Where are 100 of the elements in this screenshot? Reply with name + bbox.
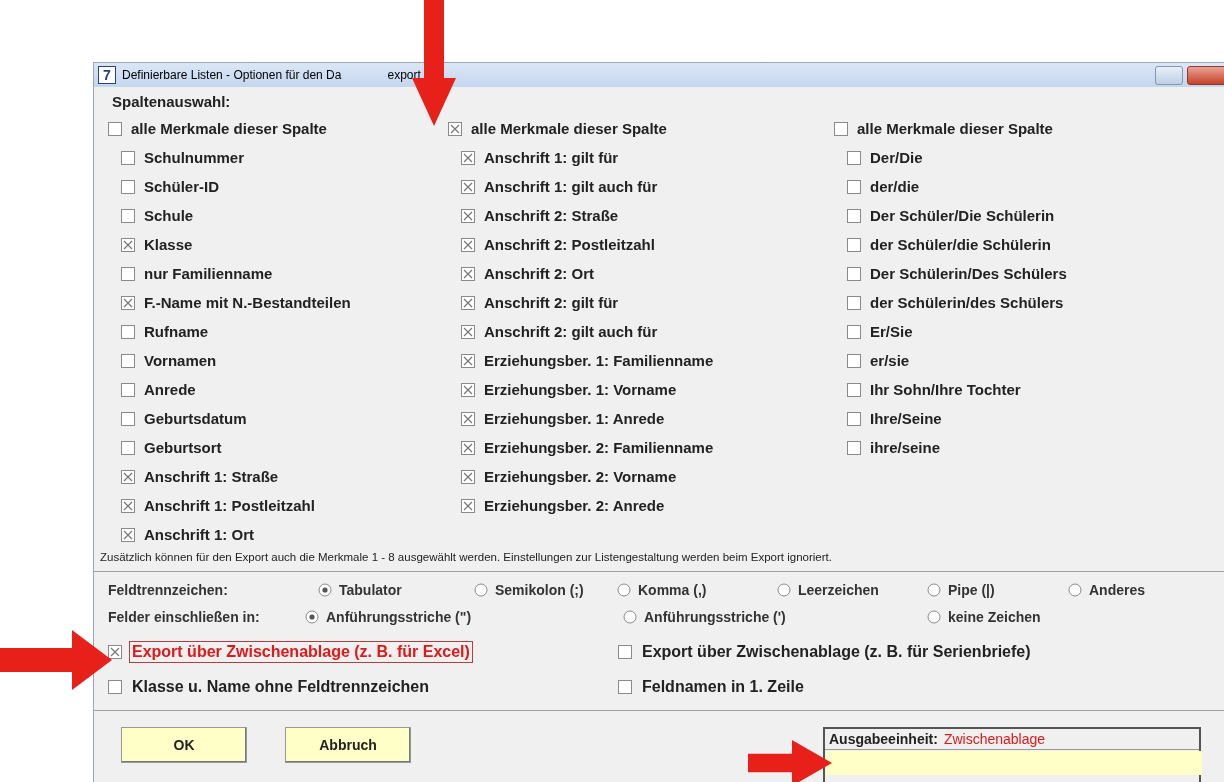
checkbox[interactable]	[121, 237, 135, 252]
checkbox[interactable]	[461, 498, 475, 513]
checkbox-label: ihre/seine	[870, 439, 941, 456]
checkbox[interactable]	[847, 266, 861, 281]
checkbox[interactable]	[834, 121, 848, 136]
checkbox-label: Schulnummer	[144, 149, 245, 166]
input-field[interactable]	[826, 751, 1202, 775]
checkbox[interactable]	[121, 411, 135, 426]
checkbox-label: alle Merkmale dieser Spalte	[131, 120, 327, 137]
checkbox[interactable]	[461, 179, 475, 194]
output-label: Ausgabeeinheit:	[829, 731, 938, 747]
checkbox[interactable]	[121, 527, 135, 542]
radio-button[interactable]	[1068, 582, 1082, 597]
checkbox-label: Anschrift 2: gilt auch für	[484, 323, 658, 340]
checkbox[interactable]	[121, 469, 135, 484]
checkbox[interactable]	[121, 382, 135, 397]
checkbox[interactable]	[461, 324, 475, 339]
checkbox-label: Erziehungsber. 1: Familienname	[484, 352, 714, 369]
checkbox[interactable]	[121, 440, 135, 455]
radio-button[interactable]	[305, 609, 319, 624]
radio-button[interactable]	[617, 582, 631, 597]
checkbox[interactable]	[121, 150, 135, 165]
checkbox[interactable]	[121, 266, 135, 281]
radio-label: Leerzeichen	[798, 581, 879, 598]
checkbox-label: der Schülerin/des Schülers	[870, 294, 1064, 311]
checkbox[interactable]	[847, 353, 861, 368]
checkbox[interactable]	[461, 353, 475, 368]
checkbox[interactable]	[847, 208, 861, 223]
checkbox-label: der Schüler/die Schülerin	[870, 236, 1051, 253]
checkbox[interactable]	[461, 382, 475, 397]
checkbox[interactable]	[108, 121, 122, 136]
checkbox-label: Ihre/Seine	[870, 410, 942, 427]
checkbox[interactable]	[108, 644, 122, 659]
radio-label: Anführungsstriche (")	[326, 608, 472, 625]
checkbox[interactable]	[847, 295, 861, 310]
checkbox-label: Vornamen	[144, 352, 217, 369]
dialog-button[interactable]: OK	[121, 727, 247, 763]
radio-label: Semikolon (;)	[495, 581, 584, 598]
radio-button[interactable]	[777, 582, 791, 597]
checkbox[interactable]	[121, 498, 135, 513]
checkbox[interactable]	[847, 150, 861, 165]
checkbox[interactable]	[847, 237, 861, 252]
checkbox-label: Erziehungsber. 1: Anrede	[484, 410, 665, 427]
checkbox[interactable]	[461, 411, 475, 426]
help-button[interactable]	[1155, 65, 1183, 85]
checkbox-label: Anschrift 2: gilt für	[484, 294, 619, 311]
window-title: export	[387, 68, 421, 82]
radio-button[interactable]	[474, 582, 488, 597]
checkbox-label: Schule	[144, 207, 194, 224]
checkbox-label: Ihr Sohn/Ihre Tochter	[870, 381, 1021, 398]
checkbox-label: Anschrift 1: gilt auch für	[484, 178, 658, 195]
checkbox-label: Geburtsdatum	[144, 410, 247, 427]
checkbox-label: Feldnamen in 1. Zeile	[641, 676, 805, 697]
checkbox[interactable]	[847, 411, 861, 426]
radio-label: Anführungsstriche (')	[644, 608, 786, 625]
checkbox[interactable]	[121, 208, 135, 223]
radio-label: Anderes	[1089, 581, 1146, 598]
checkbox-label: Er/Sie	[870, 323, 913, 340]
app-icon: 7	[98, 66, 116, 84]
close-button[interactable]	[1187, 65, 1224, 85]
checkbox[interactable]	[121, 295, 135, 310]
checkbox[interactable]	[461, 440, 475, 455]
radio-label: Pipe (|)	[948, 581, 995, 598]
checkbox[interactable]	[461, 208, 475, 223]
checkbox[interactable]	[121, 353, 135, 368]
checkbox-label: alle Merkmale dieser Spalte	[471, 120, 667, 137]
checkbox[interactable]	[461, 295, 475, 310]
checkbox-label: alle Merkmale dieser Spalte	[857, 120, 1053, 137]
checkbox-label: Geburtsort	[144, 439, 222, 456]
checkbox-label: Anschrift 1: Postleitzahl	[144, 497, 315, 514]
arrow-icon	[0, 630, 112, 690]
checkbox-label: Klasse	[144, 236, 193, 253]
dialog-button[interactable]: Abbruch	[285, 727, 411, 763]
checkbox[interactable]	[461, 237, 475, 252]
checkbox[interactable]	[108, 679, 122, 694]
radio-label: keine Zeichen	[948, 608, 1041, 625]
radio-button[interactable]	[927, 609, 941, 624]
checkbox[interactable]	[618, 679, 632, 694]
checkbox-label: Erziehungsber. 2: Familienname	[484, 439, 714, 456]
checkbox[interactable]	[461, 469, 475, 484]
checkbox[interactable]	[847, 440, 861, 455]
checkbox[interactable]	[461, 266, 475, 281]
checkbox[interactable]	[847, 179, 861, 194]
radio-button[interactable]	[623, 609, 637, 624]
checkbox-label: Anschrift 2: Ort	[484, 265, 594, 282]
radio-button[interactable]	[318, 582, 332, 597]
group-label: Feldtrennzeichen:	[108, 581, 229, 598]
checkbox[interactable]	[461, 150, 475, 165]
checkbox[interactable]	[847, 382, 861, 397]
checkbox-label: Anschrift 1: gilt für	[484, 149, 619, 166]
checkbox[interactable]	[121, 179, 135, 194]
checkbox-label: Anschrift 1: Straße	[144, 468, 279, 485]
radio-button[interactable]	[927, 582, 941, 597]
info-text: Zusätzlich können für den Export auch die Merkmale 1 - 8 ausgewählt werden. Einstellungen zur Listengestaltung werden beim Export ignoriert.	[100, 551, 833, 565]
checkbox[interactable]	[121, 324, 135, 339]
checkbox-label: Export über Zwischenablage (z. B. für Serienbriefe)	[641, 641, 1032, 662]
checkbox-label: Anrede	[144, 381, 196, 398]
checkbox[interactable]	[847, 324, 861, 339]
checkbox[interactable]	[448, 121, 462, 136]
checkbox[interactable]	[618, 644, 632, 659]
